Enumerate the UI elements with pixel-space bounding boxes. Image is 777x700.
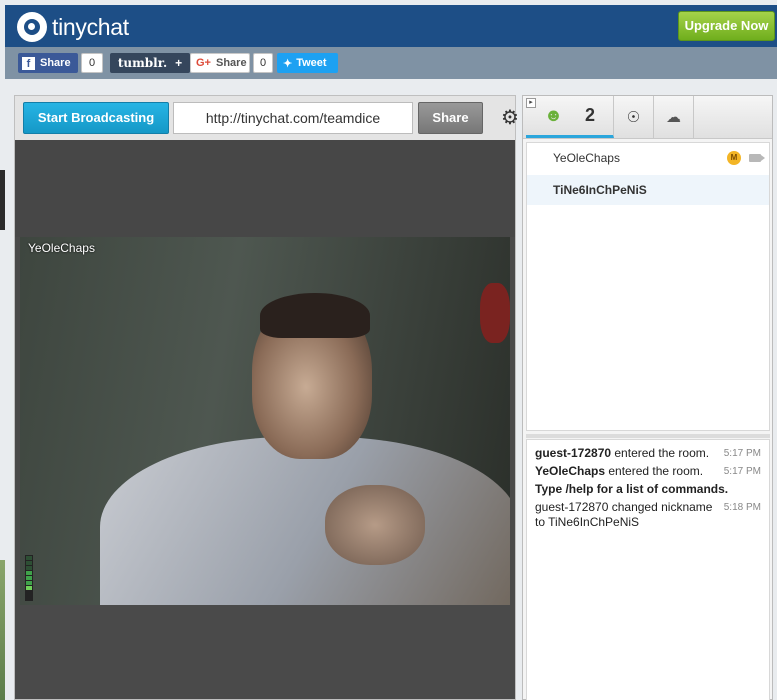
twitter-bird-icon: ✦	[283, 57, 293, 70]
background-edge	[0, 170, 5, 230]
room-share-button[interactable]: Share	[418, 102, 483, 134]
start-broadcasting-button[interactable]: Start Broadcasting	[23, 102, 169, 134]
tab-users[interactable]: ☻ 2	[526, 96, 614, 138]
chat-text: entered the room.	[611, 446, 710, 460]
chat-bubble-icon: ☁	[666, 109, 681, 126]
facebook-share-button[interactable]: f Share	[18, 53, 78, 73]
user-icon: ☻	[544, 105, 563, 125]
social-share-bar: f Share 0 tumblr. + G+ Share 0 ✦ Tweet	[5, 47, 777, 79]
tweet-label: Tweet	[296, 57, 327, 69]
gear-icon[interactable]: ⚙	[499, 107, 521, 129]
user-item[interactable]: TiNe6InChPeNiS	[527, 175, 769, 205]
chat-message: YeOleChaps entered the room. 5:17 PM	[535, 464, 761, 479]
user-name: YeOleChaps	[553, 151, 620, 165]
chat-timestamp: 5:17 PM	[723, 466, 761, 477]
google-plus-share-button[interactable]: G+ Share	[190, 53, 250, 73]
user-list: YeOleChaps M TiNe6InChPeNiS	[526, 142, 770, 431]
google-plus-icon: G+	[196, 57, 211, 69]
facebook-share-count: 0	[81, 53, 103, 73]
video-feed[interactable]: YeOleChaps	[20, 237, 510, 605]
eye-logo-icon	[17, 12, 47, 42]
chat-username: guest-172870	[535, 500, 609, 514]
plus-icon: +	[175, 56, 183, 70]
tab-chat[interactable]: ☁	[654, 96, 694, 138]
chat-text: entered the room.	[605, 464, 704, 478]
chat-message: guest-172870 entered the room. 5:17 PM	[535, 446, 761, 461]
broadcaster-name: YeOleChaps	[28, 241, 95, 255]
sidebar-tabs: ▸ ☻ 2 ☉ ☁	[523, 96, 772, 139]
google-plus-share-count: 0	[253, 53, 273, 73]
chat-timestamp: 5:18 PM	[723, 502, 761, 513]
empty-video-area	[15, 140, 515, 237]
tweet-button[interactable]: ✦ Tweet	[277, 53, 338, 73]
audio-level-meter	[25, 555, 33, 601]
user-item[interactable]: YeOleChaps M	[527, 143, 769, 173]
google-plus-share-label: Share	[215, 57, 247, 69]
search-icon: ☉	[626, 109, 641, 126]
tinychat-logo[interactable]: tinychat	[17, 12, 129, 42]
facebook-share-label: Share	[40, 57, 71, 69]
user-name: TiNe6InChPeNiS	[553, 183, 647, 197]
chat-username: guest-172870	[535, 446, 612, 460]
camera-icon	[749, 154, 765, 162]
broadcast-panel: Start Broadcasting http://tinychat.com/t…	[14, 95, 519, 700]
site-header: tinychat Upgrade Now	[5, 5, 777, 47]
sidebar-panel: ▸ ☻ 2 ☉ ☁ YeOleChaps M TiNe6InChPeNiS gu…	[522, 95, 773, 700]
moderator-badge-icon: M	[727, 151, 741, 165]
chat-message: guest-172870 changed nickname to TiNe6In…	[535, 500, 761, 530]
tumblr-label: tumblr.	[117, 56, 168, 70]
facebook-icon: f	[22, 56, 35, 70]
chat-log: guest-172870 entered the room. 5:17 PM Y…	[526, 439, 770, 700]
chat-username: YeOleChaps	[535, 464, 606, 478]
logo-text: tinychat	[52, 13, 129, 40]
chat-timestamp: 5:17 PM	[723, 448, 761, 459]
tumblr-share-button[interactable]: tumblr. +	[110, 53, 190, 73]
user-count: 2	[584, 105, 595, 125]
background-edge-bottom	[0, 560, 5, 700]
room-url-field[interactable]: http://tinychat.com/teamdice	[173, 102, 413, 134]
system-message: Type /help for a list of commands.	[535, 482, 729, 496]
tab-search[interactable]: ☉	[614, 96, 654, 138]
broadcast-toolbar: Start Broadcasting http://tinychat.com/t…	[15, 96, 519, 140]
upgrade-now-button[interactable]: Upgrade Now	[678, 11, 775, 41]
panel-resize-handle[interactable]	[526, 434, 770, 438]
